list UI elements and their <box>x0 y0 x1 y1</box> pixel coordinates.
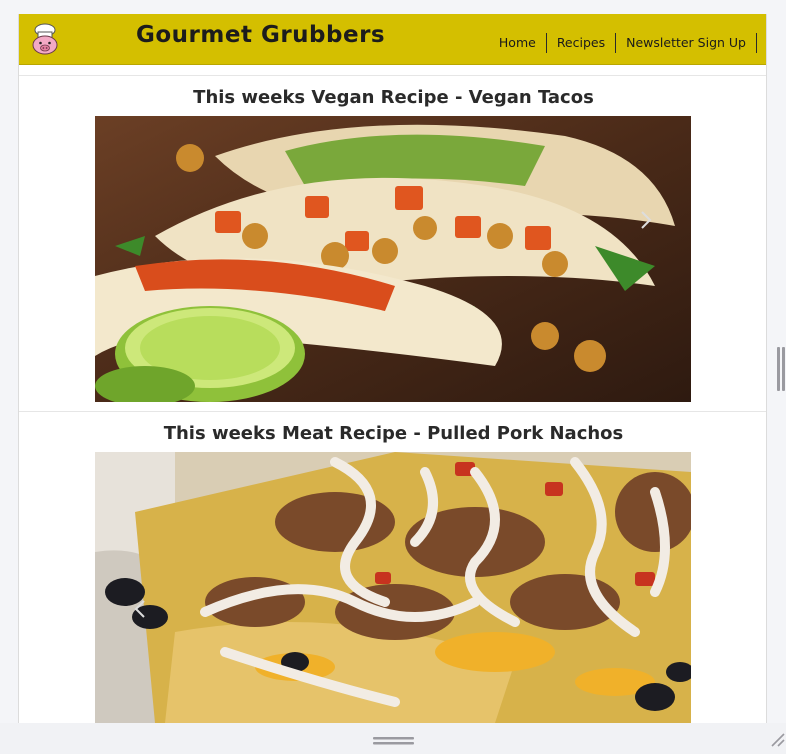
carousel-next-arrow[interactable] <box>639 209 653 231</box>
pulled-pork-nachos-photo <box>95 452 691 723</box>
nav-home-link[interactable]: Home <box>489 33 547 53</box>
vegan-tacos-photo <box>95 116 691 402</box>
carousel-prev-arrow[interactable] <box>133 598 147 620</box>
vegan-recipe-section: This weeks Vegan Recipe - Vegan Tacos <box>19 76 766 412</box>
drag-handle-icon[interactable] <box>373 736 414 746</box>
top-navbar: Gourmet Grubbers Home Recipes Newsletter… <box>19 14 766 65</box>
meat-recipe-section: This weeks Meat Recipe - Pulled Pork Nac… <box>19 412 766 723</box>
main-nav: Home Recipes Newsletter Sign Up <box>489 33 757 53</box>
chef-pig-icon[interactable] <box>30 23 60 55</box>
nav-newsletter-link[interactable]: Newsletter Sign Up <box>616 33 757 53</box>
corner-resize-icon[interactable] <box>770 732 786 748</box>
side-resize-handle-icon[interactable] <box>776 347 786 391</box>
nav-recipes-link[interactable]: Recipes <box>547 33 617 53</box>
meat-recipe-title: This weeks Meat Recipe - Pulled Pork Nac… <box>163 423 624 444</box>
vegan-recipe-title: This weeks Vegan Recipe - Vegan Tacos <box>193 87 594 108</box>
page-viewport: Gourmet Grubbers Home Recipes Newsletter… <box>18 14 767 723</box>
brand-title[interactable]: Gourmet Grubbers <box>136 22 385 48</box>
